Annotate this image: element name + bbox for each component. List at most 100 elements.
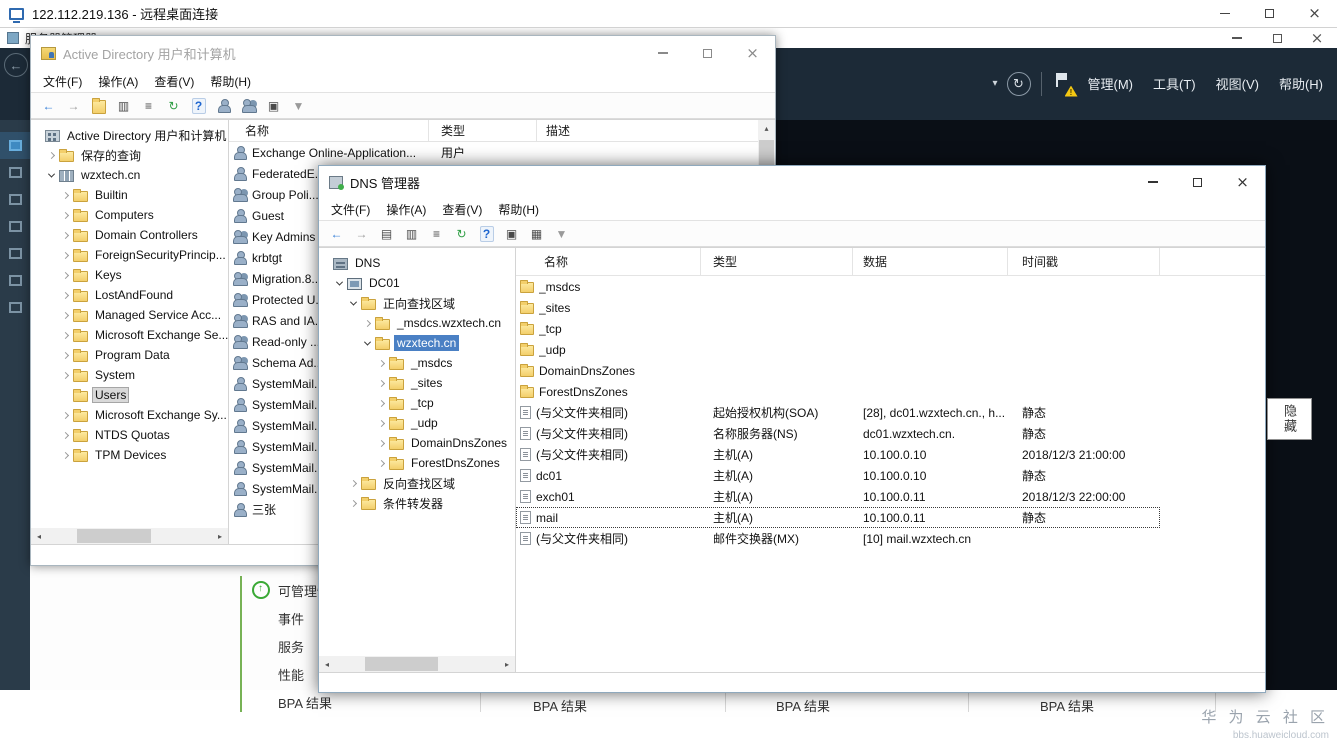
sidebar-item[interactable]: [0, 267, 30, 294]
expand-chevron-icon[interactable]: [61, 231, 70, 239]
help-icon[interactable]: ?: [475, 223, 498, 244]
ad-maximize-button[interactable]: [685, 36, 730, 70]
DomainDnsZones[interactable]: DomainDnsZones: [516, 360, 1160, 381]
exch01[interactable]: exch01 主机(A) 10.100.0.11 2018/12/3 22:00…: [516, 486, 1160, 507]
tree-item[interactable]: DNS: [319, 253, 515, 273]
column-header-type[interactable]: 类型: [429, 120, 537, 141]
expand-chevron-icon[interactable]: [377, 379, 386, 387]
tree-item[interactable]: ForeignSecurityPrincip...: [31, 245, 228, 265]
sm-close-button[interactable]: ×: [1297, 28, 1337, 48]
forward-icon[interactable]: →: [350, 223, 373, 244]
tree-item[interactable]: _msdcs: [319, 353, 515, 373]
expand-chevron-icon[interactable]: [47, 170, 56, 178]
expand-chevron-icon[interactable]: [349, 298, 358, 306]
dns-close-button[interactable]: ×: [1220, 166, 1265, 198]
tree-item[interactable]: _tcp: [319, 393, 515, 413]
expand-chevron-icon[interactable]: [61, 411, 70, 419]
expand-chevron-icon[interactable]: [61, 251, 70, 259]
dc01[interactable]: dc01 主机(A) 10.100.0.10 静态: [516, 465, 1160, 486]
sm-maximize-button[interactable]: [1257, 28, 1297, 48]
back-icon[interactable]: ←: [37, 95, 60, 116]
ForestDnsZones[interactable]: ForestDnsZones: [516, 381, 1160, 402]
tree-item[interactable]: _msdcs.wzxtech.cn: [319, 313, 515, 333]
refresh-icon[interactable]: ↻: [162, 95, 185, 116]
menu-item[interactable]: 工具(T): [1143, 68, 1206, 99]
_tcp[interactable]: _tcp: [516, 318, 1160, 339]
sidebar-item[interactable]: [0, 186, 30, 213]
up-one-level-icon[interactable]: [87, 95, 110, 116]
tree-item[interactable]: Users: [31, 385, 228, 405]
column-header-name[interactable]: 名称: [516, 248, 701, 275]
mail[interactable]: mail 主机(A) 10.100.0.11 静态: [516, 507, 1160, 528]
expand-chevron-icon[interactable]: [61, 211, 70, 219]
menu-item[interactable]: 文件(F): [35, 70, 90, 92]
export-list-icon[interactable]: ≡: [137, 95, 160, 116]
dns-maximize-button[interactable]: [1175, 166, 1220, 198]
ad-close-button[interactable]: ×: [730, 36, 775, 70]
column-header-data[interactable]: 数据: [853, 248, 1008, 275]
dns-window-titlebar[interactable]: DNS 管理器 ×: [319, 166, 1265, 198]
tree-item[interactable]: _udp: [319, 413, 515, 433]
add-user-icon[interactable]: [212, 95, 235, 116]
bpa-results-link[interactable]: BPA 结果: [1040, 696, 1094, 715]
menu-item[interactable]: 操作(A): [378, 198, 434, 220]
tree-item[interactable]: Computers: [31, 205, 228, 225]
rdp-minimize-button[interactable]: [1202, 0, 1247, 27]
Exchange Online-Application...[interactable]: Exchange Online-Application... 用户: [229, 142, 775, 163]
expand-chevron-icon[interactable]: [61, 331, 70, 339]
bpa-results-link[interactable]: BPA 结果: [533, 696, 587, 715]
expand-chevron-icon[interactable]: [61, 371, 70, 379]
tree-item[interactable]: Domain Controllers: [31, 225, 228, 245]
export-list-icon[interactable]: ≡: [425, 223, 448, 244]
expand-chevron-icon[interactable]: [377, 459, 386, 467]
expand-chevron-icon[interactable]: [61, 451, 70, 459]
rdp-close-button[interactable]: ×: [1292, 0, 1337, 27]
scroll-left-icon[interactable]: ◂: [319, 656, 335, 672]
tree-item[interactable]: DomainDnsZones: [319, 433, 515, 453]
tree-item[interactable]: NTDS Quotas: [31, 425, 228, 445]
sidebar-item[interactable]: [0, 132, 30, 159]
notifications-caret-icon[interactable]: ▾: [985, 78, 1004, 89]
(与父文件夹相同)[interactable]: (与父文件夹相同) 主机(A) 10.100.0.10 2018/12/3 21…: [516, 444, 1160, 465]
sidebar-item[interactable]: [0, 240, 30, 267]
(与父文件夹相同)[interactable]: (与父文件夹相同) 邮件交换器(MX) [10] mail.wzxtech.cn: [516, 528, 1160, 549]
menu-item[interactable]: 查看(V): [434, 198, 490, 220]
properties-icon[interactable]: ▥: [112, 95, 135, 116]
refresh-icon[interactable]: ↻: [450, 223, 473, 244]
_msdcs[interactable]: _msdcs: [516, 276, 1160, 297]
ad-window-titlebar[interactable]: Active Directory 用户和计算机 ×: [31, 36, 775, 70]
scroll-up-icon[interactable]: ▴: [758, 120, 775, 137]
expand-chevron-icon[interactable]: [61, 311, 70, 319]
expand-chevron-icon[interactable]: [377, 439, 386, 447]
scroll-right-icon[interactable]: ▸: [212, 528, 228, 544]
column-header-name[interactable]: 名称: [229, 120, 429, 141]
sidebar-item[interactable]: [0, 213, 30, 240]
tree-item[interactable]: Microsoft Exchange Sy...: [31, 405, 228, 425]
horizontal-scrollbar[interactable]: ◂ ▸: [31, 528, 228, 544]
filter-icon[interactable]: ▼: [287, 95, 310, 116]
horizontal-scrollbar[interactable]: ◂ ▸: [319, 656, 515, 672]
scrollbar-track[interactable]: [47, 528, 212, 544]
scrollbar-thumb[interactable]: [364, 657, 439, 671]
tree-item[interactable]: Keys: [31, 265, 228, 285]
hide-panel-button[interactable]: 隐藏: [1267, 398, 1312, 440]
tree-item[interactable]: Program Data: [31, 345, 228, 365]
scroll-left-icon[interactable]: ◂: [31, 528, 47, 544]
tree-item[interactable]: 条件转发器: [319, 493, 515, 513]
sidebar-item[interactable]: [0, 159, 30, 186]
sidebar-item[interactable]: [0, 294, 30, 321]
back-button[interactable]: ←: [4, 53, 28, 77]
ad-minimize-button[interactable]: [640, 36, 685, 70]
menu-item[interactable]: 查看(V): [146, 70, 202, 92]
back-icon[interactable]: ←: [325, 223, 348, 244]
_sites[interactable]: _sites: [516, 297, 1160, 318]
menu-item[interactable]: 帮助(H): [202, 70, 259, 92]
expand-chevron-icon[interactable]: [363, 319, 372, 327]
expand-chevron-icon[interactable]: [61, 271, 70, 279]
menu-item[interactable]: 帮助(H): [1269, 68, 1333, 99]
(与父文件夹相同)[interactable]: (与父文件夹相同) 起始授权机构(SOA) [28], dc01.wzxtech…: [516, 402, 1160, 423]
expand-chevron-icon[interactable]: [335, 278, 344, 286]
expand-chevron-icon[interactable]: [47, 151, 56, 159]
tree-item[interactable]: System: [31, 365, 228, 385]
expand-chevron-icon[interactable]: [377, 359, 386, 367]
